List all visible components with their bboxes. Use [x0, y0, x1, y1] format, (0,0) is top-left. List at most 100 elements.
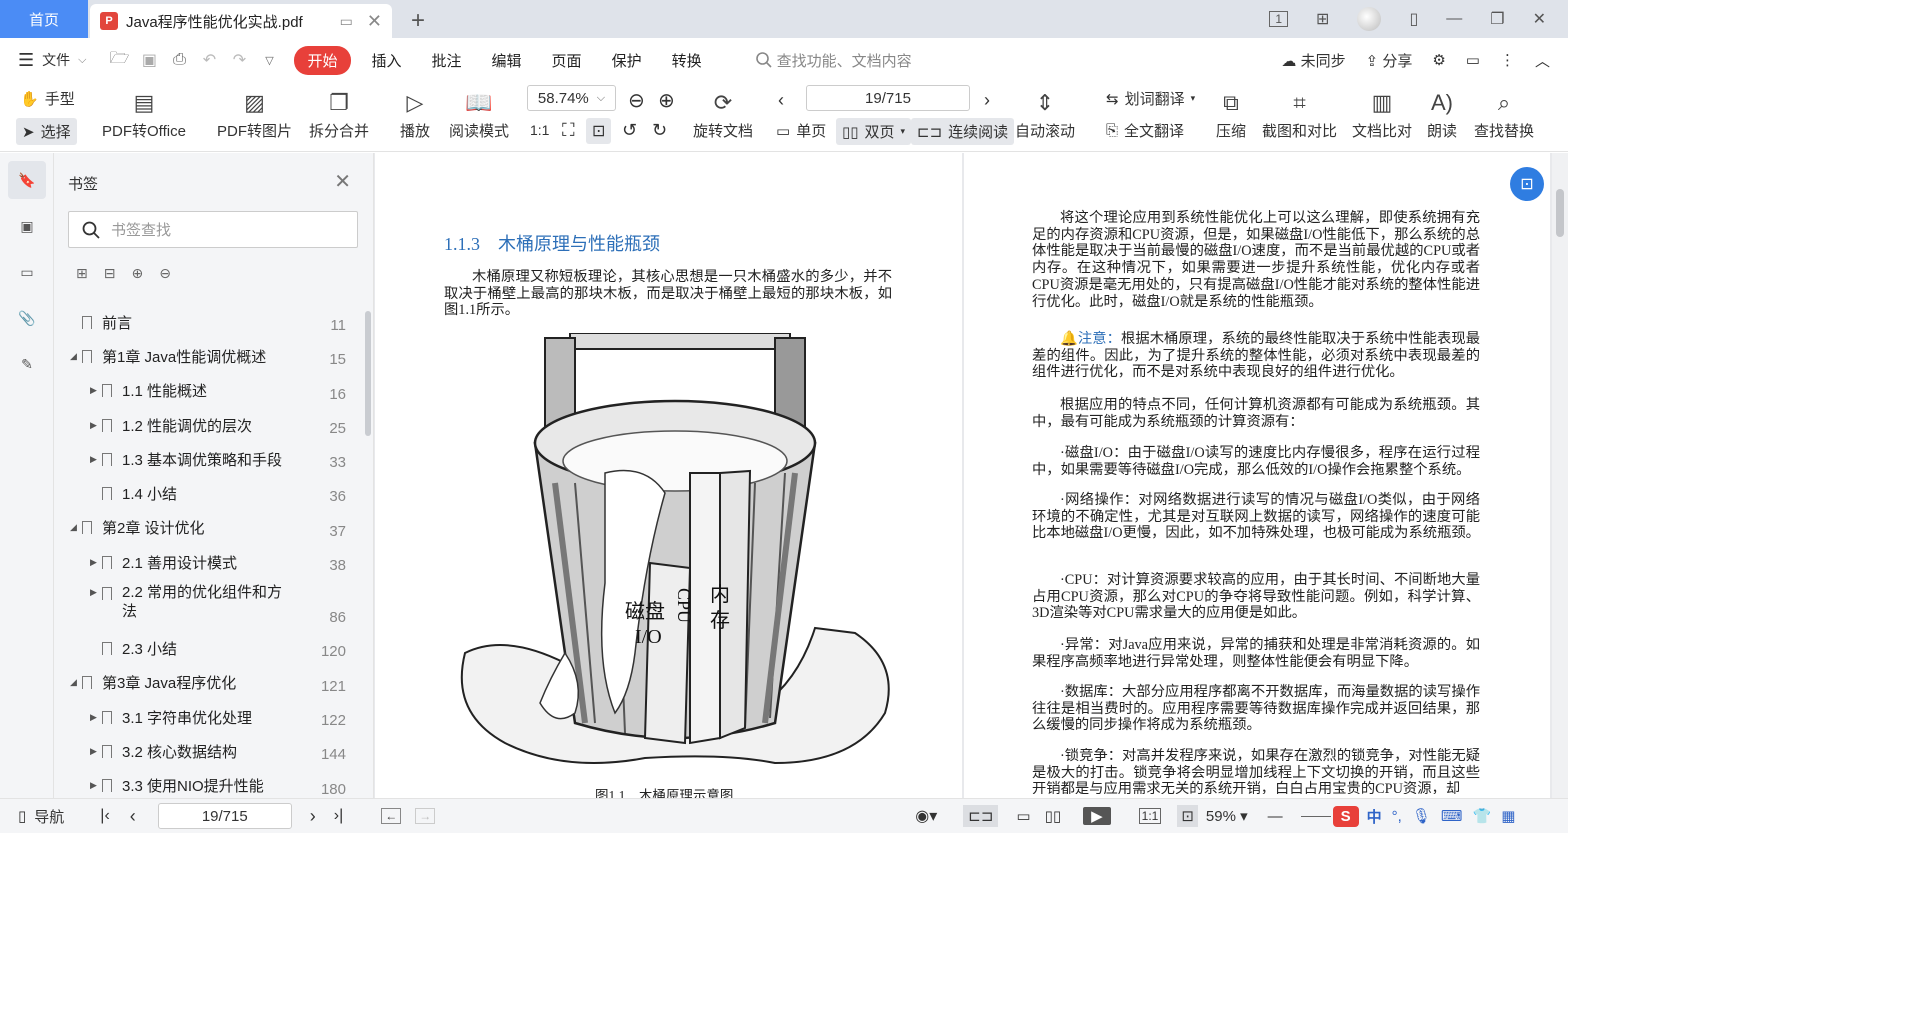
sync-status[interactable]: ☁ 未同步	[1281, 50, 1345, 71]
bookmark-panel-icon[interactable]: 🔖	[8, 161, 46, 199]
rotate-right-icon[interactable]: ↻	[652, 120, 667, 141]
nav-button[interactable]: ▯ 导航	[18, 806, 64, 827]
menu-insert[interactable]: 插入	[357, 50, 417, 71]
bookmark-item[interactable]: ▶ 1.2 性能调优的层次 25	[54, 408, 360, 442]
next-page-icon[interactable]: ›	[984, 90, 990, 111]
expand-all-icon[interactable]: ⊞	[76, 265, 88, 282]
forward-icon[interactable]: →	[415, 808, 436, 824]
fit-page-icon[interactable]: ⛶	[562, 120, 575, 141]
play-icon[interactable]: ▶	[1083, 807, 1111, 825]
quick-access-dropdown-icon[interactable]: ▽	[254, 54, 284, 67]
continuous-view-icon[interactable]: ⊏⊐	[963, 805, 999, 827]
collapse-all-icon[interactable]: ⊟	[104, 265, 116, 282]
menu-start[interactable]: 开始	[294, 45, 351, 75]
compress-button[interactable]: ⧉ 压缩	[1216, 86, 1246, 141]
signature-icon[interactable]: ✎	[8, 345, 46, 383]
settings-icon[interactable]: ⚙	[1432, 51, 1445, 69]
zoom-slider[interactable]	[1300, 815, 1331, 817]
rotate-left-icon[interactable]: ↺	[622, 120, 637, 141]
thumbnail-icon[interactable]: ▣	[8, 207, 46, 245]
punctuation-icon[interactable]: °,	[1392, 808, 1402, 825]
collapsed-arrow-icon[interactable]: ▶	[90, 780, 102, 791]
ime-mode-label[interactable]: 中	[1367, 806, 1382, 827]
actual-size-icon[interactable]: 1:1	[530, 122, 549, 138]
doc-compare-button[interactable]: ▥ 文档比对	[1352, 86, 1412, 141]
bookmark-item[interactable]: ◢ 第3章 Java程序优化 121	[54, 666, 360, 700]
collapsed-arrow-icon[interactable]: ▶	[90, 454, 102, 465]
save-icon[interactable]: ▣	[134, 50, 164, 70]
bookmark-item[interactable]: 2.3 小结 120	[54, 631, 360, 665]
menu-annotate[interactable]: 批注	[417, 50, 477, 71]
user-avatar[interactable]	[1357, 7, 1382, 31]
file-menu[interactable]: ☰ 文件 ⌵	[18, 50, 104, 71]
split-merge-button[interactable]: ❐ 拆分合并	[309, 86, 369, 141]
open-folder-icon[interactable]: 🗁	[104, 47, 134, 74]
expanded-arrow-icon[interactable]: ◢	[70, 351, 82, 362]
bookmark-item[interactable]: 1.4 小结 36	[54, 476, 360, 510]
auto-scroll-button[interactable]: ⇕ 自动滚动	[1015, 86, 1075, 141]
eye-icon[interactable]: ◉▾	[915, 806, 937, 826]
page-view-indicator[interactable]: 1	[1269, 11, 1289, 27]
keyboard-icon[interactable]: ⌨	[1441, 807, 1463, 825]
menu-convert[interactable]: 转换	[657, 50, 717, 71]
prev-page-icon[interactable]: ‹	[778, 90, 784, 111]
bookmark-item[interactable]: ▶ 1.3 基本调优策略和手段 33	[54, 442, 360, 476]
bookmark-item[interactable]: ▶ 2.1 善用设计模式 38	[54, 545, 360, 579]
tab-monitor-icon[interactable]: ▭	[340, 13, 353, 30]
restore-button[interactable]: ❐	[1490, 9, 1504, 29]
screenshot-compare-button[interactable]: ⌗ 截图和对比	[1262, 86, 1337, 141]
read-aloud-button[interactable]: Α) 朗读	[1427, 86, 1457, 141]
pdf-to-image-button[interactable]: ▨ PDF转图片	[217, 86, 292, 141]
skin-icon[interactable]: ▯	[1409, 9, 1418, 29]
remove-bookmark-icon[interactable]: ⊖	[159, 265, 171, 282]
continuous-read-button[interactable]: ⊏⊐ 连续阅读	[911, 118, 1015, 145]
read-mode-button[interactable]: 📖 阅读模式	[449, 86, 509, 141]
close-icon[interactable]: ✕	[334, 169, 351, 194]
prev-page-icon[interactable]: ‹	[130, 806, 136, 827]
vertical-scrollbar[interactable]	[1552, 153, 1568, 798]
collapsed-arrow-icon[interactable]: ▶	[90, 746, 102, 757]
menu-edit[interactable]: 编辑	[477, 50, 537, 71]
collapsed-arrow-icon[interactable]: ▶	[90, 557, 102, 568]
comment-icon[interactable]: ▭	[1466, 51, 1480, 69]
zoom-in-icon[interactable]: ⊕	[658, 88, 675, 113]
collapsed-arrow-icon[interactable]: ▶	[90, 587, 102, 598]
undo-icon[interactable]: ↶	[194, 50, 224, 70]
floating-tool-button[interactable]: ⊡	[1510, 167, 1544, 201]
comment-panel-icon[interactable]: ▭	[8, 253, 46, 291]
zoom-select[interactable]: 58.74% ⌵	[527, 85, 616, 111]
minimize-button[interactable]: —	[1446, 10, 1462, 28]
ime-menu-icon[interactable]: ▦	[1501, 807, 1515, 825]
collapse-ribbon-icon[interactable]: ︿	[1535, 50, 1550, 71]
double-page-button[interactable]: ▯▯ 双页 ▾	[836, 118, 912, 145]
scrollbar-thumb[interactable]	[1556, 189, 1564, 237]
bookmark-scrollbar[interactable]	[365, 311, 371, 436]
bookmark-item[interactable]: 前言 11	[54, 305, 360, 339]
bookmark-search-input[interactable]: 书签查找	[68, 211, 358, 248]
document-tab[interactable]: P Java程序性能优化实战.pdf ▭ ✕	[90, 4, 392, 38]
attachment-icon[interactable]: 📎	[8, 299, 46, 337]
sogou-ime-icon[interactable]: S	[1332, 805, 1359, 827]
bookmark-item[interactable]: ◢ 第2章 设计优化 37	[54, 511, 360, 545]
expanded-arrow-icon[interactable]: ◢	[70, 522, 82, 533]
skin-shirt-icon[interactable]: 👕	[1473, 807, 1492, 825]
next-page-icon[interactable]: ›	[310, 806, 316, 827]
back-icon[interactable]: ←	[381, 808, 402, 824]
grid-apps-icon[interactable]: ⊞	[1316, 9, 1329, 29]
status-page-input[interactable]: 19/715	[157, 803, 292, 829]
zoom-status[interactable]: 59% ▾	[1206, 807, 1248, 825]
actual-size-icon[interactable]: 1:1	[1138, 808, 1162, 824]
bookmark-item[interactable]: ◢ 第1章 Java性能调优概述 15	[54, 339, 360, 374]
single-page-button[interactable]: ▭ 单页	[776, 120, 826, 141]
bookmark-item[interactable]: ▶ 3.1 字符串优化处理 122	[54, 700, 360, 734]
single-view-icon[interactable]: ▭	[1016, 807, 1030, 825]
bookmark-item[interactable]: ▶ 1.1 性能概述 16	[54, 374, 360, 408]
microphone-icon[interactable]: 🎙	[1412, 807, 1431, 825]
expanded-arrow-icon[interactable]: ◢	[70, 677, 82, 688]
redo-icon[interactable]: ↷	[224, 50, 254, 70]
find-replace-button[interactable]: ⌕ 查找替换	[1474, 86, 1534, 141]
print-icon[interactable]: ⎙	[164, 51, 194, 69]
zoom-out-icon[interactable]: —	[1268, 808, 1283, 825]
play-button[interactable]: ▷ 播放	[400, 86, 430, 141]
rotate-doc-button[interactable]: ⟳ 旋转文档	[693, 86, 753, 141]
